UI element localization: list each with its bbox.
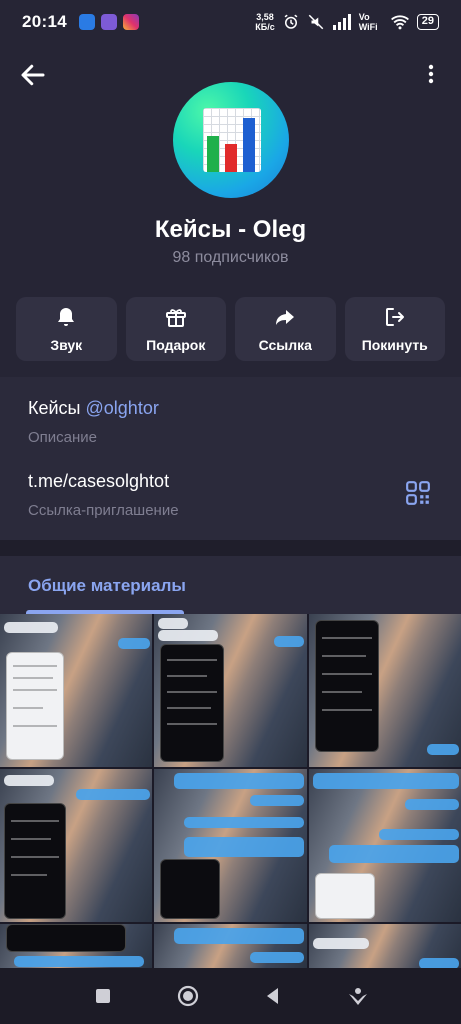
channel-title: Кейсы - Oleg	[154, 216, 307, 243]
back-arrow-icon[interactable]	[18, 60, 48, 90]
description-value: Кейсы @olghtor	[28, 398, 159, 419]
media-thumbnail[interactable]	[154, 614, 307, 767]
alarm-icon	[284, 14, 298, 29]
media-tabs: Общие материалы	[0, 556, 461, 614]
status-bar: 20:14 3,58 КБ/с Vo WiFi 29	[0, 0, 461, 44]
speed-unit: КБ/с	[255, 22, 275, 32]
status-right: 3,58 КБ/с Vo WiFi 29	[255, 12, 439, 32]
messenger-notification-icon	[78, 14, 95, 30]
system-navigation-bar	[0, 968, 461, 1024]
signal-icon	[332, 14, 351, 30]
leave-button-label: Покинуть	[361, 337, 428, 353]
bell-icon	[58, 308, 75, 326]
share-button[interactable]: Ссылка	[235, 297, 336, 361]
media-thumbnail[interactable]	[308, 924, 461, 972]
tab-shared-media[interactable]: Общие материалы	[28, 576, 186, 596]
battery-indicator: 29	[416, 14, 439, 30]
sound-button[interactable]: Звук	[16, 297, 117, 361]
sound-button-label: Звук	[50, 337, 83, 353]
network-speed: 3,58 КБ/с	[255, 12, 274, 32]
gift-icon	[165, 309, 186, 327]
avatar-bar-red	[225, 144, 237, 172]
recent-apps-icon[interactable]	[91, 984, 115, 1008]
status-time: 20:14	[22, 12, 67, 31]
invite-link-block[interactable]: t.me/casesolghtot Ссылка-приглашение	[28, 471, 179, 519]
wifi-icon	[390, 15, 409, 30]
media-thumbnail[interactable]	[0, 614, 153, 767]
description-block: Кейсы @olghtor Описание	[28, 398, 159, 446]
share-icon	[276, 310, 295, 325]
mute-icon	[308, 14, 324, 30]
media-thumbnail[interactable]	[154, 924, 307, 972]
description-mention-link[interactable]: @olghtor	[86, 398, 159, 418]
home-icon[interactable]	[176, 984, 200, 1008]
media-thumbnail[interactable]	[154, 769, 307, 922]
channel-profile-screen: 20:14 3,58 КБ/с Vo WiFi 29 Кейсы - Oleg …	[0, 0, 461, 1024]
assistant-icon[interactable]	[346, 984, 370, 1008]
qr-code-icon[interactable]	[405, 480, 431, 506]
share-button-label: Ссылка	[258, 337, 312, 353]
media-thumbnail[interactable]	[308, 614, 461, 767]
instagram-notification-icon	[122, 14, 139, 30]
channel-avatar[interactable]	[173, 82, 289, 198]
back-triangle-icon[interactable]	[261, 984, 285, 1008]
avatar-bar-blue	[243, 118, 255, 172]
section-gap	[0, 540, 461, 556]
description-label: Описание	[28, 429, 98, 446]
description-text: Кейсы	[28, 398, 81, 418]
leave-icon	[385, 308, 404, 326]
gift-button-label: Подарок	[146, 337, 206, 353]
subscriber-count: 98 подписчиков	[172, 249, 289, 266]
action-buttons: Звук Подарок Ссылка Покинуть	[16, 297, 445, 361]
gift-button[interactable]: Подарок	[125, 297, 226, 361]
media-thumbnail[interactable]	[0, 924, 153, 972]
shared-media-grid	[0, 614, 461, 972]
more-vertical-icon[interactable]	[419, 62, 443, 86]
avatar-bar-green	[207, 136, 219, 172]
media-thumbnail[interactable]	[0, 769, 153, 922]
invite-link-value[interactable]: t.me/casesolghtot	[28, 471, 179, 492]
network-type: Vo WiFi	[358, 12, 378, 32]
notification-icons	[78, 14, 139, 30]
invite-link-label: Ссылка-приглашение	[28, 502, 179, 519]
leave-button[interactable]: Покинуть	[344, 297, 445, 361]
media-thumbnail[interactable]	[308, 769, 461, 922]
speed-value: 3,58	[256, 12, 274, 22]
viber-notification-icon	[100, 14, 117, 30]
